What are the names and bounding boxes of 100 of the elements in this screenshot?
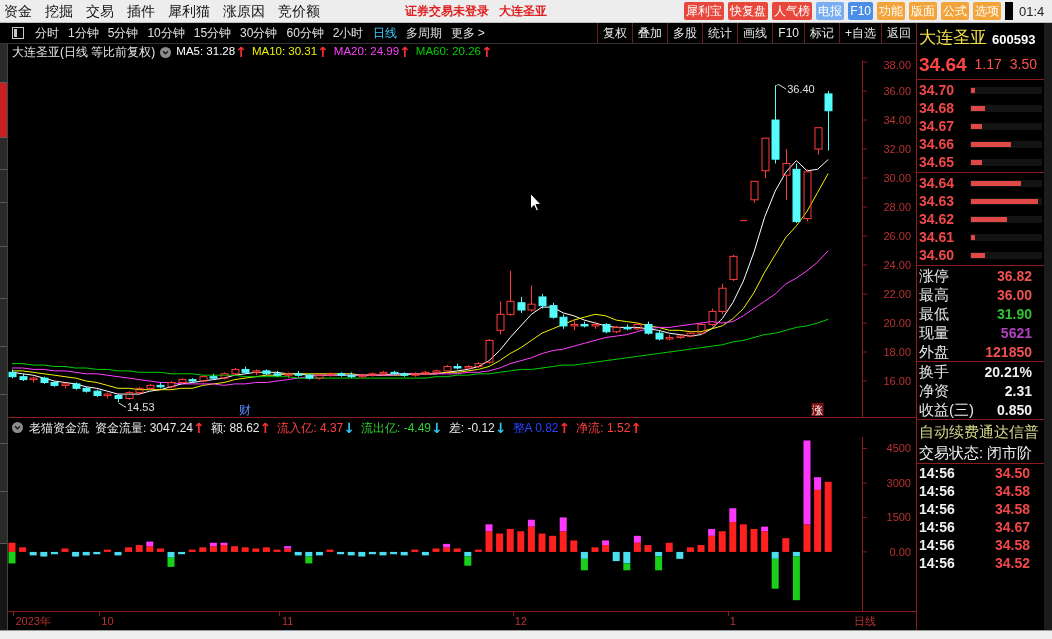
candle [114,393,123,403]
chevron-circle-icon[interactable] [12,422,23,433]
annotation: 14.53 [127,401,155,414]
tick-price: 34.58 [995,502,1031,516]
side-tab[interactable] [0,170,7,203]
side-tab[interactable] [0,347,7,395]
indicator-readout: 资金流量: 3047.24 [95,421,194,434]
indicator-readout: 流入亿: 4.37 [277,421,344,434]
tool-button[interactable]: 多股 [667,23,703,43]
stat-label: 现量 [919,325,949,340]
stat-label: 换手 [919,364,949,379]
period-tab[interactable]: 多周期 [405,27,442,39]
tick-time: 14:56 [919,556,956,570]
side-tab[interactable] [0,138,7,170]
stock-title: 大连圣亚 [919,29,987,46]
period-tab[interactable]: 5分钟 [107,27,139,39]
stat-value: 31.90 [996,306,1032,321]
candle [782,148,791,201]
period-tab[interactable]: 1分钟 [68,27,99,39]
order-price: 34.67 [919,119,956,133]
trend-arrow: ↑ [481,45,493,59]
tick-price: 34.50 [995,466,1031,480]
axis-label: 10 [101,615,114,627]
chevron-circle-icon[interactable] [160,46,172,58]
stat-value: 20.21% [984,364,1032,379]
order-price: 34.63 [919,194,956,208]
axis-label: 1500 [886,511,911,524]
tick-time: 14:56 [919,502,956,516]
period-tab[interactable]: 分时 [35,27,59,39]
side-tab[interactable] [0,444,7,492]
trend-arrow: ↓ [494,420,507,435]
menu-item[interactable]: 交易 [86,4,114,18]
axis-label: 30.00 [883,172,911,185]
event-marker[interactable]: 财 [239,403,252,417]
axis-label: 22.00 [883,288,911,301]
tool-button[interactable]: 标记 [804,23,839,43]
trading-status: 交易状态: 闭市阶 [919,445,1033,460]
more-button[interactable]: 更多 > [450,27,485,39]
trend-arrow: ↓ [431,420,443,435]
period-tab[interactable]: 15分钟 [193,27,232,39]
indicator-readout: MA20: 24.99 [333,46,400,58]
period-tab[interactable]: 60分钟 [286,27,324,39]
tick-price: 34.58 [995,538,1031,552]
candle [379,370,388,376]
tick-time: 14:56 [919,538,956,552]
stock-code: 600593 [992,33,1036,46]
axis-label: 11 [281,615,294,627]
axis-label: 32.00 [883,143,911,156]
candle [506,270,515,317]
function-button[interactable]: 犀利宝 [684,2,725,20]
menu-item[interactable]: 竞价额 [278,4,320,18]
axis-label: 18.00 [883,346,911,359]
tool-button[interactable]: +自选 [839,23,881,43]
function-button[interactable]: 快复盘 [728,2,769,20]
trend-arrow: ↑ [259,420,272,435]
tool-button[interactable]: 复权 [597,23,633,43]
stat-value: 36.82 [996,268,1032,283]
tick-price: 34.67 [995,520,1031,534]
trend-arrow: ↑ [193,420,205,435]
period-tab[interactable]: 日线 [372,27,397,39]
candle [602,322,611,334]
axis-label: 24.00 [883,259,911,272]
candle [729,254,738,282]
function-button[interactable]: 人气榜 [772,2,813,20]
stat-value: 5621 [1000,325,1032,340]
panel-icon[interactable] [12,27,24,39]
tool-button[interactable]: 统计 [702,23,738,43]
stat-value: 2.31 [1004,383,1032,398]
menu-item[interactable]: 资金 [4,4,32,18]
order-price: 34.65 [919,155,956,169]
menu-item[interactable]: 犀利猫 [168,4,210,18]
order-price: 34.61 [919,230,956,244]
stock-name: 大连圣亚 [499,5,547,17]
side-tab[interactable] [0,203,7,247]
indicator-readout: 净流: 1.52 [576,421,631,434]
candle [199,374,208,383]
candle [61,382,70,389]
axis-label: 1 [729,615,736,627]
side-tab[interactable] [0,44,7,83]
period-tab[interactable]: 30分钟 [240,27,278,39]
trend-arrow: ↑ [235,45,247,59]
side-tab[interactable] [0,395,7,444]
event-marker[interactable]: 涨 [811,403,824,416]
tool-button[interactable]: 画线 [737,23,773,43]
clock-text: 01:4 [1019,4,1046,18]
side-tab[interactable] [0,299,7,347]
indicator-title: 老猫资金流 [29,421,89,434]
order-price: 34.70 [919,83,956,97]
menu-item[interactable]: 挖掘 [45,4,73,18]
tool-button[interactable]: 叠加 [632,23,668,43]
period-tab[interactable]: 2小时 [332,27,364,39]
tool-button[interactable]: F10 [772,23,804,43]
indicator-readout: MA60: 20.26 [415,46,481,58]
last-price: 34.64 [919,54,967,74]
candle [40,376,49,385]
menu-item[interactable]: 插件 [127,4,155,18]
candle [8,368,17,379]
period-tab[interactable]: 10分钟 [147,27,185,39]
stat-value: 121850 [985,344,1032,359]
menu-item[interactable]: 涨原因 [223,4,265,18]
